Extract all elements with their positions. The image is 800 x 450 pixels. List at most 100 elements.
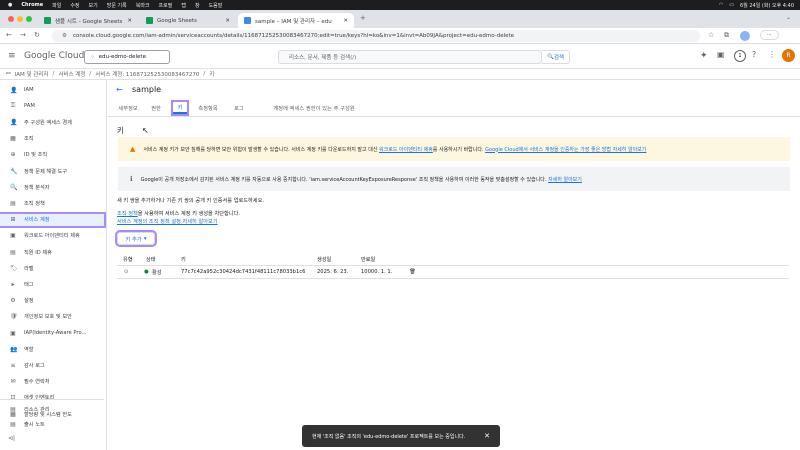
tab-permissions[interactable]: 권한	[148, 102, 164, 114]
sidebar-item-release-notes[interactable]: ▤ 출시 노트	[0, 418, 104, 430]
close-tab-icon[interactable]: ✕	[127, 18, 132, 24]
menu-app[interactable]: Chrome	[21, 2, 43, 8]
sidebar-item-privacy-and-security[interactable]: 🛡 개인정보 보호 및 보안	[0, 311, 104, 323]
menu-icon[interactable]: ≡	[8, 51, 16, 61]
sidebar-item-service-accounts[interactable]: ⊞ 서비스 계정	[0, 211, 106, 228]
sidebar-item-organizations[interactable]: ▦ 조직	[0, 133, 104, 145]
sidebar-item-label: 필수 연락처	[24, 379, 50, 386]
toast-close-icon[interactable]: ✕	[484, 432, 490, 440]
browser-tab-2[interactable]: Google Sheets ✕	[140, 13, 236, 28]
org-policy-link[interactable]: 조직 정책	[117, 211, 138, 217]
menu-profile[interactable]: 프로필	[159, 2, 173, 9]
labels-icon: 🏷	[10, 264, 18, 272]
site-info-icon[interactable]: ⚙	[62, 33, 67, 39]
delete-icon[interactable]: 🗑	[409, 269, 416, 275]
sidebar-item-workforce-identity-federation[interactable]: ▤ 직원 ID 제휴	[0, 246, 104, 258]
col-key[interactable]: 키	[181, 256, 186, 263]
crumb-iam[interactable]: IAM 및 관리자	[15, 70, 49, 78]
minimize-window-icon[interactable]	[17, 16, 23, 22]
sidebar-item-essential-contacts[interactable]: ✉ 필수 연락처	[0, 376, 104, 388]
sidebar-item-policy-troubleshooter[interactable]: 🔧 정책 문제 해결 도구	[0, 165, 104, 177]
menu-history[interactable]: 방문 기록	[107, 2, 127, 9]
menu-help[interactable]: 도움말	[209, 2, 223, 9]
menu-tab[interactable]: 탭	[181, 2, 186, 9]
tab-details[interactable]: 세부정보	[117, 102, 139, 114]
crumb-service-accounts[interactable]: 서비스 계정	[58, 70, 85, 78]
apple-icon[interactable]: ●	[8, 2, 12, 8]
tab-keys[interactable]: 키	[171, 100, 189, 116]
extensions-icon[interactable]: ⧉	[724, 31, 729, 40]
release-notes-icon: ▤	[10, 420, 16, 428]
sidebar-item-label: 감사 로그	[24, 362, 45, 369]
sidebar-item-asset-inventory[interactable]: ⊡ 애셋 인벤토리	[0, 392, 104, 404]
tab-search-icon[interactable]: ⌄	[786, 14, 791, 21]
new-tab-button[interactable]: +	[360, 14, 366, 22]
logo-cloud: Cloud	[58, 51, 85, 61]
workload-identity-link[interactable]: 워크로드 아이덴티티 제휴	[379, 147, 433, 153]
sidebar-item-workload-identity-federation[interactable]: ▣ 워크로드 아이덴티티 제휴	[0, 230, 104, 242]
close-window-icon[interactable]	[8, 16, 14, 22]
battery-icon[interactable]: ▭	[729, 2, 734, 8]
more-vert-icon[interactable]: ⋮	[768, 50, 776, 59]
sidebar-item-iam[interactable]: 👤 IAM	[0, 84, 104, 96]
menu-view[interactable]: 보기	[89, 2, 98, 9]
url-field[interactable]: ⚙ console.cloud.google.com/iam-admin/ser…	[52, 30, 700, 42]
sidebar-item-audit-logs[interactable]: ≡ 감사 로그	[0, 359, 104, 371]
close-tab-icon[interactable]: ✕	[225, 18, 230, 24]
policy-learn-link[interactable]: 서비스 계정의 조직 정책 설정 자세히 알아보기	[117, 219, 218, 225]
collapse-sidebar-icon[interactable]: ⊲|	[8, 435, 15, 442]
help-icon[interactable]: ?	[752, 50, 756, 59]
sidebar-item-policy-analyzer[interactable]: 🔍 정책 분석자	[0, 181, 104, 193]
gemini-icon[interactable]: ✦	[700, 51, 708, 61]
tab-metrics[interactable]: 측정항목	[196, 102, 220, 114]
workforce-identity-federation-icon: ▤	[10, 248, 16, 256]
col-type[interactable]: 유형	[123, 256, 133, 263]
profile-icon[interactable]	[740, 31, 750, 41]
sidebar-item-iap[interactable]: ▣ IAP(Identity-Aware Pro...	[0, 327, 104, 339]
sidebar-item-identity-and-organization[interactable]: ⊕ ID 및 조직	[0, 149, 104, 161]
clock-text[interactable]: 6월 24일 (화) 오후 4:40	[740, 2, 794, 9]
google-cloud-logo[interactable]: Google Cloud	[24, 51, 84, 61]
avatar[interactable]: R	[782, 49, 795, 62]
col-status[interactable]: 상태	[146, 256, 156, 263]
browser-tab-3[interactable]: sample – IAM 및 관리자 – edu ✕	[238, 13, 354, 28]
col-expires[interactable]: 만료일	[361, 256, 375, 263]
zoom-window-icon[interactable]	[26, 16, 32, 22]
crumb-service-account[interactable]: 서비스 계정: 116871252530083467270	[95, 70, 199, 78]
reload-icon[interactable]: ↻	[34, 31, 40, 39]
sidebar-item-resource-manager[interactable]: ▤ 리소스 관리	[0, 403, 104, 415]
col-created[interactable]: 생성일	[317, 256, 331, 263]
sidebar-item-org-policies[interactable]: ▤ 조직 정책	[0, 197, 104, 209]
menu-edit[interactable]: 수정	[70, 2, 79, 9]
forward-icon[interactable]: →	[20, 31, 26, 39]
menu-bookmarks[interactable]: 북마크	[136, 2, 150, 9]
browser-tab-1[interactable]: 샘플 시트 - Google Sheets ✕	[38, 13, 138, 28]
sidebar-item-tags[interactable]: ▸ 태그	[0, 278, 104, 290]
add-key-button[interactable]: 키 추가 ▾	[115, 230, 157, 247]
close-tab-icon[interactable]: ✕	[343, 18, 348, 24]
back-icon[interactable]: ←	[6, 31, 12, 39]
sidebar-item-principal-access-boundary[interactable]: 👤 주 구성원 액세스 경계	[0, 116, 104, 128]
project-toast: 현재 '조직 없음' 조직의 'edu-edmo-delete' 프로젝트를 보…	[302, 425, 500, 447]
cloud-shell-icon[interactable]: ▣	[717, 50, 725, 59]
search-button[interactable]: 🔍 검색	[542, 50, 570, 64]
sidebar-item-pam[interactable]: ⚿ PAM	[0, 100, 104, 112]
wifi-icon[interactable]: ◠	[719, 2, 723, 8]
sidebar-item-labels[interactable]: 🏷 라벨	[0, 262, 104, 274]
search-input[interactable]: 리소스, 문서, 제품 등 검색(/)	[278, 50, 542, 64]
notifications-badge[interactable]: 1	[734, 50, 746, 62]
sidebar-item-roles[interactable]: 👥 역할	[0, 343, 104, 355]
menu-window[interactable]: 창	[195, 2, 200, 9]
tab-principals[interactable]: 계정에 액세스 권한이 있는 주 구성원	[261, 102, 367, 114]
essential-contacts-icon: ✉	[10, 378, 16, 386]
tab-logs[interactable]: 로그	[232, 102, 246, 114]
update-button[interactable]: ⋯	[760, 30, 779, 40]
menu-file[interactable]: 파일	[52, 2, 61, 9]
back-arrow-icon[interactable]: ←	[116, 85, 123, 94]
bookmark-icon[interactable]: ☆	[708, 31, 714, 39]
best-practices-link[interactable]: Google Cloud에서 서비스 계정을 인증하는 가장 좋은 방법 자세히…	[485, 147, 646, 153]
learn-more-link[interactable]: 자세히 알아보기	[548, 177, 582, 183]
sidebar-item-settings[interactable]: ⚙ 설정	[0, 295, 104, 307]
sidebar-item-label: 조직	[24, 136, 34, 143]
project-picker-button[interactable]: ⁘ edu-edmo-delete	[84, 50, 170, 64]
